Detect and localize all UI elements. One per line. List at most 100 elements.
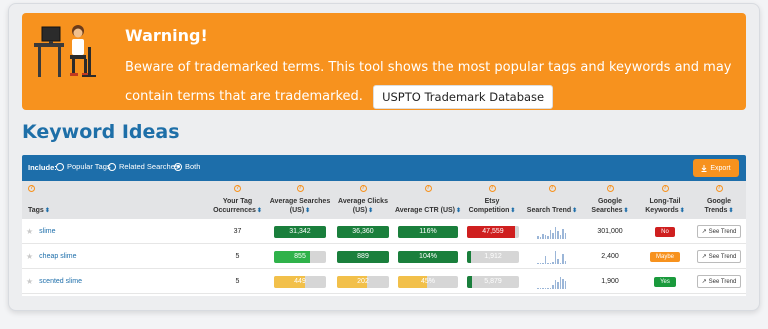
th-avg-searches[interactable]: ? Average Searches (US)⬍	[268, 181, 332, 219]
metric-pill: 889	[337, 250, 389, 263]
sort-icon: ⬍	[44, 208, 50, 214]
help-icon: ?	[715, 185, 723, 192]
desk-illustration-icon	[34, 25, 96, 77]
tag-link[interactable]: slime	[39, 228, 55, 235]
metric-value: 202	[357, 277, 369, 285]
cell-avg-clicks: 36,360	[337, 219, 389, 244]
help-icon: ?	[28, 185, 35, 192]
search-trend-sparkline	[537, 250, 566, 264]
see-trend-label: See Trend	[708, 228, 737, 235]
star-icon[interactable]: ★	[26, 252, 33, 261]
cell-search-trend	[537, 269, 573, 294]
radio-circle-icon	[56, 162, 64, 171]
sort-icon: ⬍	[510, 208, 516, 214]
radio-popular-tags[interactable]: Popular Tags	[56, 162, 111, 171]
th-tags[interactable]: ? Tags⬍	[22, 181, 207, 219]
sort-icon: ⬍	[623, 208, 629, 214]
export-button[interactable]: Export	[693, 159, 739, 177]
sort-icon: ⬍	[456, 208, 462, 214]
long-tail-badge: Yes	[654, 276, 676, 287]
sort-icon: ⬍	[256, 208, 262, 214]
external-link-icon: ↗	[701, 229, 707, 235]
page-title: Keyword Ideas	[22, 121, 180, 143]
radio-related-searches[interactable]: Related Searches	[108, 162, 179, 171]
metric-pill: 202	[337, 275, 389, 288]
see-trend-button[interactable]: ↗ See Trend	[696, 275, 742, 288]
cell-avg-searches: 449	[274, 269, 326, 294]
external-link-icon: ↗	[701, 279, 707, 285]
th-label: Google Searches	[591, 198, 623, 214]
cell-google-trends: ↗ See Trend	[692, 219, 746, 244]
long-tail-badge: Maybe	[649, 251, 680, 262]
th-label: Long-Tail Keywords	[645, 198, 681, 214]
cell-long-tail: No	[638, 219, 692, 244]
radio-circle-icon	[108, 162, 116, 171]
cell-tag: ★ cheap slime	[22, 244, 207, 269]
cell-google-searches: 1,900	[601, 278, 619, 285]
metric-value: 104%	[419, 252, 437, 260]
table-row: ★ scented slime 5 449 202 45% 5,879 1,900…	[22, 269, 746, 294]
cell-long-tail: Yes	[638, 269, 692, 294]
cell-occurrences: 5	[235, 278, 240, 285]
metric-value: 449	[294, 277, 306, 285]
metric-value: 855	[294, 252, 306, 260]
th-google-trends[interactable]: ? Google Trends⬍	[692, 181, 746, 219]
metric-pill: 449	[274, 275, 326, 288]
help-icon: ?	[234, 185, 241, 192]
th-avg-ctr[interactable]: ? Average CTR (US)⬍	[394, 181, 462, 219]
cell-competition: 1,912	[467, 244, 519, 269]
include-label: Include:	[28, 163, 57, 172]
cell-google-trends: ↗ See Trend	[692, 269, 746, 294]
metric-pill: 104%	[398, 250, 458, 263]
th-google-searches[interactable]: ? Google Searches⬍	[582, 181, 638, 219]
th-avg-clicks[interactable]: ? Average Clicks (US)⬍	[332, 181, 394, 219]
metric-value: 116%	[419, 227, 437, 235]
radio-label: Related Searches	[119, 162, 179, 171]
see-trend-label: See Trend	[708, 278, 737, 285]
star-icon[interactable]: ★	[26, 227, 33, 236]
sort-icon: ⬍	[572, 208, 578, 214]
table-toolbar: Include: Popular Tags Related Searches B…	[22, 155, 746, 181]
th-label: Search Trend	[526, 207, 572, 214]
cell-avg-ctr: 45%	[398, 269, 458, 294]
table-header: ? Tags⬍ ? Your Tag Occurrences⬍ ? Averag…	[22, 181, 746, 219]
see-trend-label: See Trend	[708, 253, 737, 260]
keyword-table: ? Tags⬍ ? Your Tag Occurrences⬍ ? Averag…	[22, 181, 746, 296]
download-icon	[701, 164, 707, 172]
metric-value: 5,879	[484, 277, 502, 285]
table-row: ★ cheap slime 5 855 889 104% 1,912 2,400 …	[22, 244, 746, 269]
th-label: Average CTR (US)	[394, 207, 455, 214]
metric-pill: 5,879	[467, 275, 519, 288]
star-icon[interactable]: ★	[26, 277, 33, 286]
radio-both[interactable]: Both	[174, 162, 200, 171]
export-label: Export	[710, 164, 731, 172]
th-long-tail[interactable]: ? Long-Tail Keywords⬍	[638, 181, 692, 219]
warning-banner: Warning! Beware of trademarked terms. Th…	[22, 13, 746, 110]
metric-value: 889	[357, 252, 369, 260]
th-etsy-competition[interactable]: ? Etsy Competition⬍	[462, 181, 522, 219]
cell-competition: 5,879	[467, 269, 519, 294]
cell-avg-ctr: 104%	[398, 244, 458, 269]
table-row: ★ slime 37 31,342 36,360 116% 47,559 301,…	[22, 219, 746, 244]
warning-title: Warning!	[125, 26, 208, 45]
cell-google-trends: ↗ See Trend	[692, 244, 746, 269]
sort-icon: ⬍	[368, 208, 374, 214]
search-trend-sparkline	[537, 225, 566, 239]
cell-tag: ★ slime	[22, 219, 207, 244]
help-icon: ?	[548, 185, 556, 192]
th-label: Etsy Competition	[468, 198, 510, 214]
help-icon: ?	[606, 185, 614, 192]
tag-link[interactable]: scented slime	[39, 278, 82, 285]
cell-competition: 47,559	[467, 219, 519, 244]
metric-pill: 47,559	[467, 225, 519, 238]
see-trend-button[interactable]: ↗ See Trend	[696, 225, 742, 238]
cell-avg-searches: 31,342	[274, 219, 326, 244]
see-trend-button[interactable]: ↗ See Trend	[696, 250, 742, 263]
metric-value: 45%	[420, 277, 435, 285]
th-label: Average Searches (US)	[269, 198, 331, 214]
tag-link[interactable]: cheap slime	[39, 253, 76, 260]
sort-icon: ⬍	[728, 208, 734, 214]
th-occurrences[interactable]: ? Your Tag Occurrences⬍	[207, 181, 268, 219]
th-search-trend[interactable]: ? Search Trend⬍	[522, 181, 582, 219]
uspto-trademark-button[interactable]: USPTO Trademark Database	[373, 84, 554, 109]
